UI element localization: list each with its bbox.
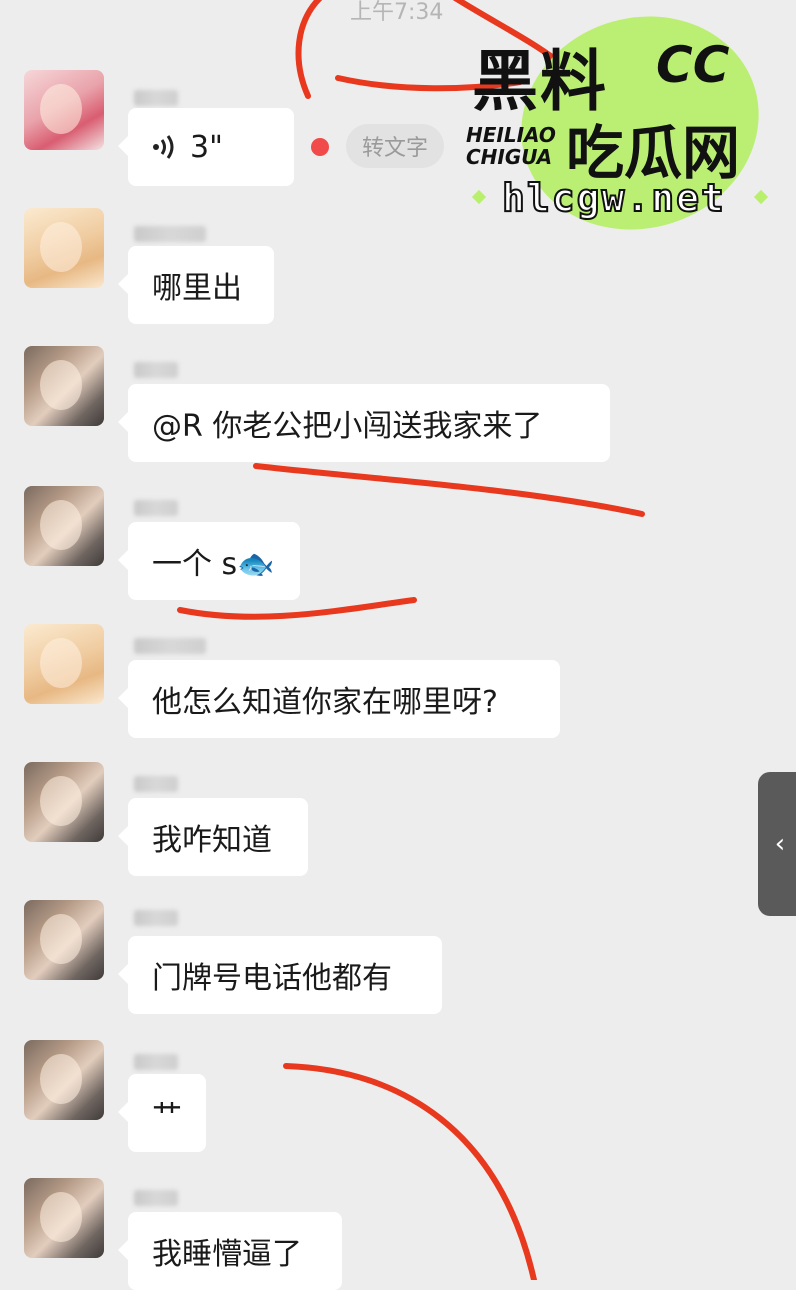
sender-name-blurred xyxy=(134,500,178,516)
message-bubble[interactable]: 艹 xyxy=(118,1074,206,1152)
avatar[interactable] xyxy=(24,486,104,566)
sender-name-blurred xyxy=(134,638,206,654)
sender-name-blurred xyxy=(134,1190,178,1206)
watermark-latin: HEILIAO CHIGUA xyxy=(466,123,556,169)
message-bubble[interactable]: 门牌号电话他都有 xyxy=(118,936,442,1014)
chevron-left-icon: ‹ xyxy=(774,829,786,859)
sender-name-blurred xyxy=(134,776,178,792)
sender-name-blurred xyxy=(134,90,178,106)
unread-dot xyxy=(311,138,329,156)
message-bubble[interactable]: 一个 s🐟 xyxy=(118,522,300,600)
message-bubble[interactable]: 他怎么知道你家在哪里呀? xyxy=(118,660,560,738)
message-bubble[interactable]: 我咋知道 xyxy=(118,798,308,876)
sender-name-blurred xyxy=(134,362,178,378)
avatar[interactable] xyxy=(24,1178,104,1258)
avatar[interactable] xyxy=(24,900,104,980)
avatar[interactable] xyxy=(24,624,104,704)
avatar[interactable] xyxy=(24,346,104,426)
voice-wave-icon xyxy=(152,133,176,161)
side-panel-toggle[interactable]: ‹ xyxy=(758,772,796,916)
watermark-url: hlcgw.net xyxy=(501,175,726,221)
convert-to-text-button[interactable]: 转文字 xyxy=(346,124,445,168)
timestamp: 上午7:34 xyxy=(350,0,444,25)
voice-message-bubble[interactable]: 3" xyxy=(118,108,294,186)
avatar[interactable] xyxy=(24,1040,104,1120)
sender-name-blurred xyxy=(134,910,178,926)
message-bubble[interactable]: 我睡懵逼了 xyxy=(118,1212,342,1290)
message-bubble[interactable]: 哪里出 xyxy=(118,246,274,324)
diamond-icon xyxy=(753,189,769,205)
avatar[interactable] xyxy=(24,762,104,842)
voice-duration: 3" xyxy=(190,129,223,165)
watermark-cc: CC xyxy=(656,36,730,94)
sender-name-blurred xyxy=(134,1054,178,1070)
avatar[interactable] xyxy=(24,208,104,288)
message-bubble[interactable]: @R 你老公把小闯送我家来了 xyxy=(118,384,610,462)
avatar[interactable] xyxy=(24,70,104,150)
sender-name-blurred xyxy=(134,226,206,242)
diamond-icon xyxy=(471,189,487,205)
